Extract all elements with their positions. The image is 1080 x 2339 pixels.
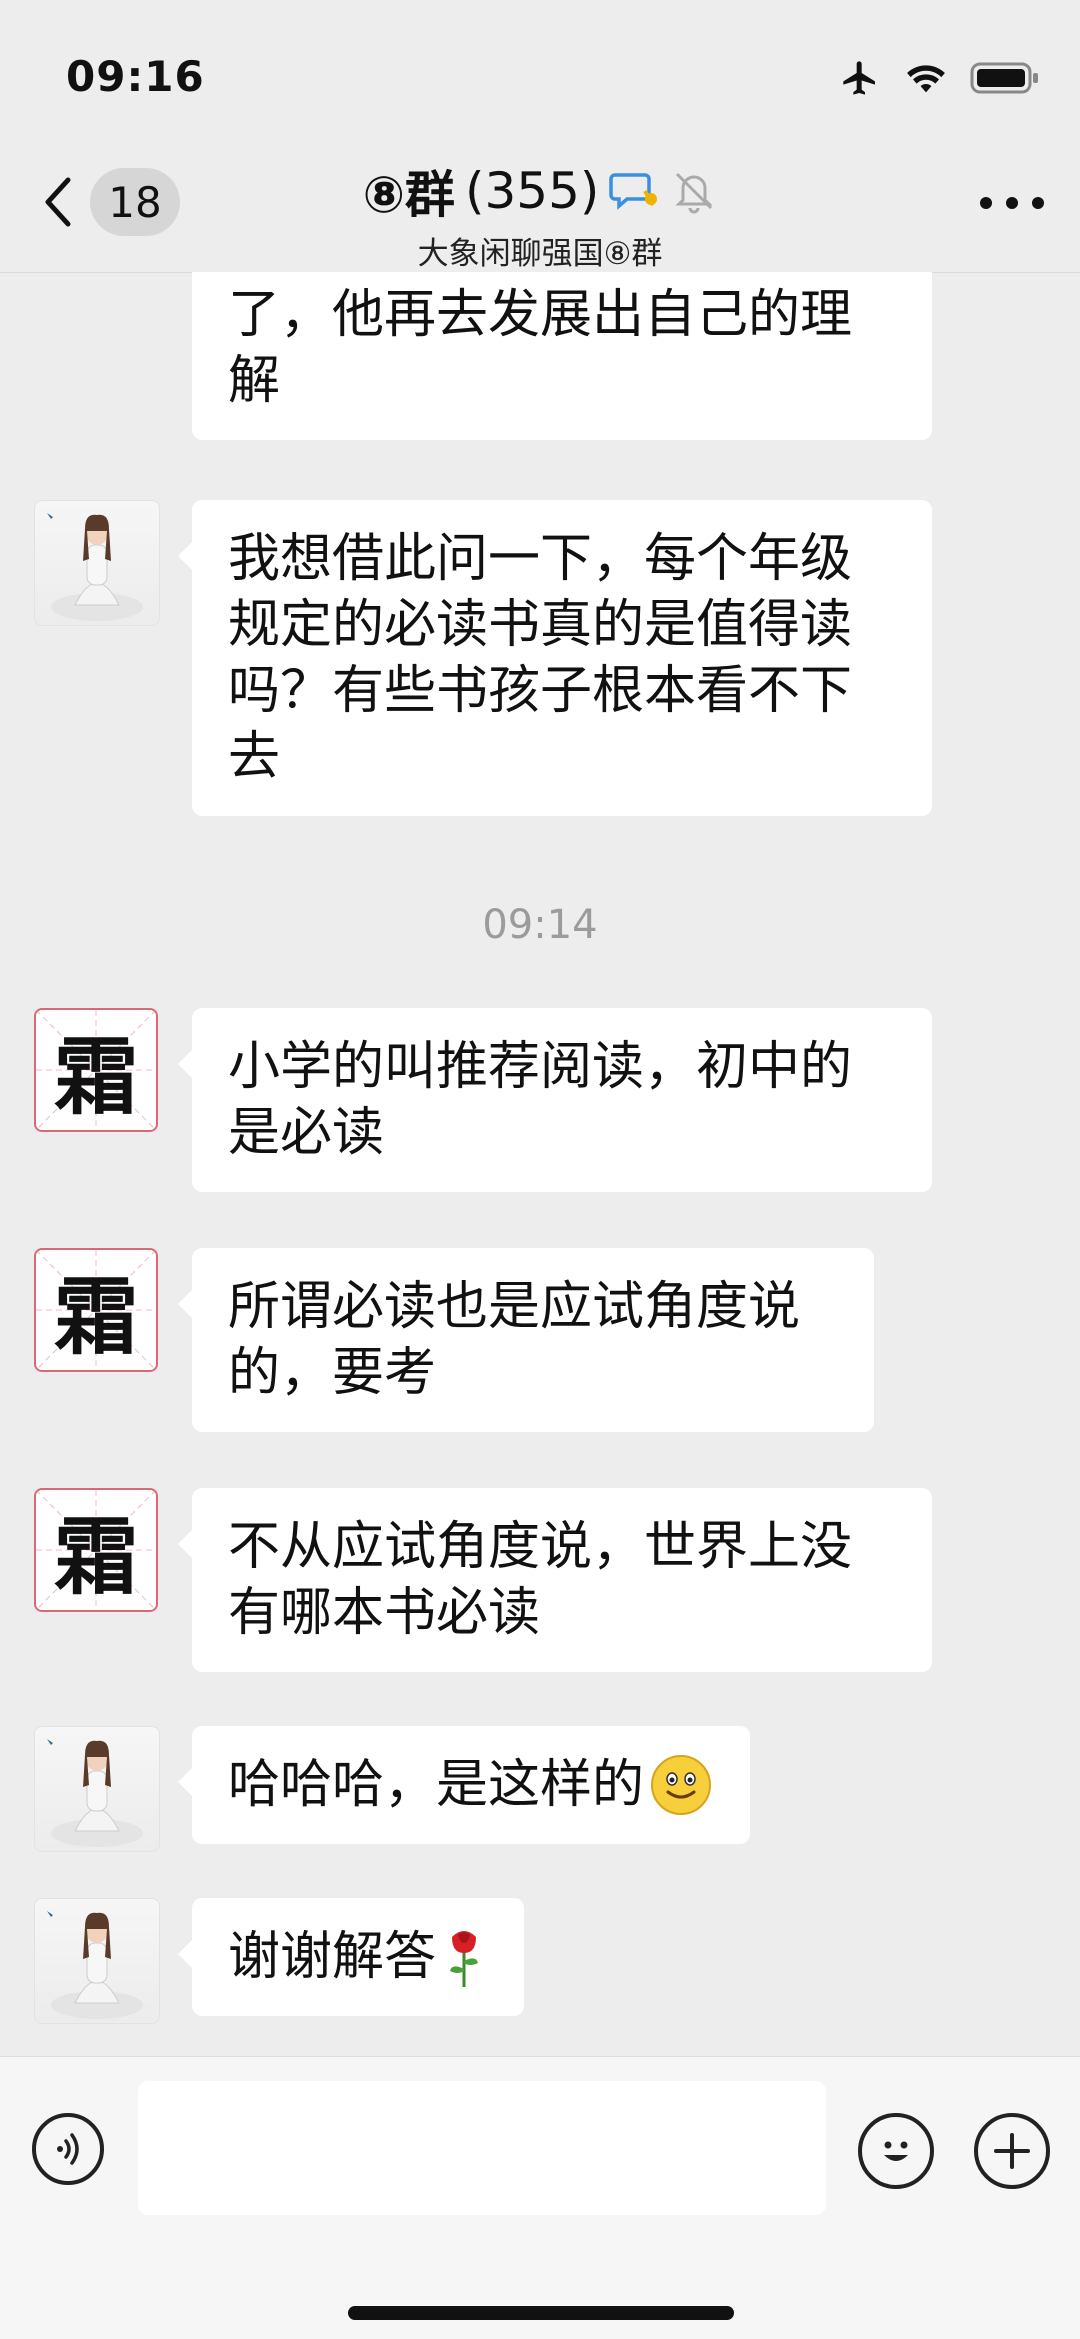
chat-bubble-icon xyxy=(609,173,658,210)
message-bubble[interactable]: 不从应试角度说，世界上没有哪本书必读 xyxy=(178,1488,932,1672)
more-options-button[interactable] xyxy=(980,188,1044,218)
message-bubble[interactable]: 所谓必读也是应试角度说的，要考 xyxy=(178,1248,874,1432)
message-text: 所谓必读也是应试角度说的，要考 xyxy=(228,1277,801,1403)
avatar-character: 霜 xyxy=(53,1506,138,1606)
meditating-girl-avatar xyxy=(47,1911,143,2019)
emoji-button[interactable] xyxy=(858,2113,934,2189)
smile-emoji-icon xyxy=(651,1755,712,1815)
wifi-icon xyxy=(907,65,945,93)
meditating-girl-avatar xyxy=(47,1739,143,1847)
message-bubble[interactable]: 了，他再去发展出自己的理解 xyxy=(192,272,932,440)
avatar[interactable] xyxy=(34,1726,160,1852)
avatar-character: 霜 xyxy=(53,1266,138,1366)
home-indicator[interactable] xyxy=(348,2306,734,2320)
message-text: 小学的叫推荐阅读，初中的是必读 xyxy=(228,1037,853,1163)
dot xyxy=(1032,197,1044,209)
battery-icon xyxy=(970,62,1038,94)
message-bubble[interactable]: 谢谢解答 xyxy=(177,1898,525,2016)
message-input[interactable] xyxy=(138,2081,826,2215)
message-list[interactable]: 了，他再去发展出自己的理解 我想借此问一下，每个年级规定的必读书真的是值得读吗？… xyxy=(0,272,1080,2056)
meditating-girl-avatar xyxy=(47,513,143,621)
message-text: 谢谢解答 xyxy=(228,1927,437,1987)
message-text: 了，他再去发展出自己的理解 xyxy=(228,285,853,411)
avatar-character: 霜 xyxy=(53,1026,138,1126)
smiley-icon xyxy=(884,2141,908,2161)
avatar[interactable]: 霜 xyxy=(34,1248,158,1372)
chat-header: 18 ⑧群 (355) 大象闲聊强国⑧群 xyxy=(0,150,1080,273)
message-bubble[interactable]: 哈哈哈，是这样的 xyxy=(177,1726,751,1844)
message-bubble[interactable]: 小学的叫推荐阅读，初中的是必读 xyxy=(178,1008,932,1192)
avatar[interactable] xyxy=(34,500,160,626)
dot xyxy=(980,197,992,209)
message-text: 我想借此问一下，每个年级规定的必读书真的是值得读吗？有些书孩子根本看不下去 xyxy=(228,529,853,787)
airplane-icon xyxy=(843,61,875,95)
member-count: (355) xyxy=(464,162,600,220)
message-text: 不从应试角度说，世界上没有哪本书必读 xyxy=(228,1517,853,1643)
message-text: 哈哈哈，是这样的 xyxy=(228,1755,645,1815)
plus-icon xyxy=(994,2133,1030,2169)
voice-icon xyxy=(57,2133,79,2165)
status-time: 09:16 xyxy=(66,52,205,101)
avatar[interactable] xyxy=(34,1898,160,2024)
add-button[interactable] xyxy=(974,2113,1050,2189)
chat-title-area[interactable]: ⑧群 (355) 大象闲聊强国⑧群 xyxy=(0,156,1080,273)
mute-bell-icon xyxy=(675,172,714,214)
avatar[interactable]: 霜 xyxy=(34,1488,158,1612)
status-bar: 09:16 xyxy=(0,0,1080,150)
input-bar xyxy=(0,2056,1080,2339)
voice-button[interactable] xyxy=(32,2113,104,2185)
dot xyxy=(1006,197,1018,209)
rose-emoji-icon xyxy=(450,1931,479,1987)
timestamp-label: 09:14 xyxy=(482,902,598,948)
chat-subtitle: 大象闲聊强国⑧群 xyxy=(417,236,663,272)
message-bubble[interactable]: 我想借此问一下，每个年级规定的必读书真的是值得读吗？有些书孩子根本看不下去 xyxy=(178,500,932,816)
status-icons xyxy=(838,56,1040,100)
avatar[interactable]: 霜 xyxy=(34,1008,158,1132)
chat-title: ⑧群 xyxy=(362,166,455,224)
